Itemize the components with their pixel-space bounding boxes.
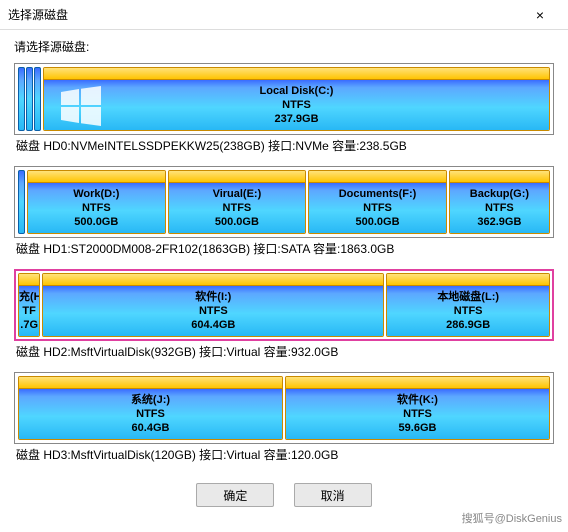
partition-name: Virual(E:) xyxy=(213,187,262,201)
partition-info: Backup(G:)NTFS362.9GB xyxy=(470,187,529,229)
partition-size: 500.0GB xyxy=(73,215,119,229)
partition-fs: NTFS xyxy=(213,201,262,215)
partition-fs: NTFS xyxy=(339,201,417,215)
partition-name: 软件(I:) xyxy=(191,290,235,304)
partition-name: 系统(J:) xyxy=(131,393,170,407)
partition-name: 软件(K:) xyxy=(397,393,438,407)
dialog-content: 请选择源磁盘: Local Disk(C:)NTFS237.9GB磁盘 HD0:… xyxy=(0,30,568,519)
cancel-button[interactable]: 取消 xyxy=(294,483,372,507)
partitions-row: 充(HTF.7G软件(I:)NTFS604.4GB本地磁盘(L:)NTFS286… xyxy=(18,273,550,337)
partition-fs: NTFS xyxy=(191,304,235,318)
partition-info: 本地磁盘(L:)NTFS286.9GB xyxy=(437,290,499,332)
partition[interactable]: Virual(E:)NTFS500.0GB xyxy=(168,170,307,234)
partition-body: 软件(I:)NTFS604.4GB xyxy=(43,286,383,336)
partition-fs: TF xyxy=(19,304,39,318)
disk-label: 磁盘 HD3:MsftVirtualDisk(120GB) 接口:Virtual… xyxy=(14,446,554,463)
button-row: 确定 取消 xyxy=(14,475,554,511)
partition[interactable]: 本地磁盘(L:)NTFS286.9GB xyxy=(386,273,550,337)
prompt-label: 请选择源磁盘: xyxy=(14,38,554,55)
partition-info: 系统(J:)NTFS60.4GB xyxy=(131,393,170,435)
partition-header xyxy=(286,377,549,389)
reserved-area xyxy=(18,170,25,234)
partitions-row: Work(D:)NTFS500.0GBVirual(E:)NTFS500.0GB… xyxy=(18,170,550,234)
disk-label: 磁盘 HD1:ST2000DM008-2FR102(1863GB) 接口:SAT… xyxy=(14,240,554,257)
partition-body: Documents(F:)NTFS500.0GB xyxy=(309,183,446,233)
partition[interactable]: Local Disk(C:)NTFS237.9GB xyxy=(43,67,550,131)
partitions-row: 系统(J:)NTFS60.4GB软件(K:)NTFS59.6GB xyxy=(18,376,550,440)
partition-info: 充(HTF.7G xyxy=(19,290,39,332)
partition-fs: NTFS xyxy=(397,407,438,421)
partition-size: .7G xyxy=(19,318,39,332)
disk-label: 磁盘 HD0:NVMeINTELSSDPEKKW25(238GB) 接口:NVM… xyxy=(14,137,554,154)
partition-name: Local Disk(C:) xyxy=(260,84,334,98)
partition-body: Virual(E:)NTFS500.0GB xyxy=(169,183,306,233)
disk-label: 磁盘 HD2:MsftVirtualDisk(932GB) 接口:Virtual… xyxy=(14,343,554,360)
partition-body: 本地磁盘(L:)NTFS286.9GB xyxy=(387,286,549,336)
partition-header xyxy=(28,171,165,183)
close-icon[interactable]: × xyxy=(520,7,560,23)
partition-size: 604.4GB xyxy=(191,318,235,332)
partition-fs: NTFS xyxy=(260,98,334,112)
reserved-bar xyxy=(34,67,41,131)
window-title: 选择源磁盘 xyxy=(8,6,520,23)
ok-button[interactable]: 确定 xyxy=(196,483,274,507)
partition-name: Backup(G:) xyxy=(470,187,529,201)
partition-fs: NTFS xyxy=(437,304,499,318)
partition-info: Local Disk(C:)NTFS237.9GB xyxy=(260,84,334,126)
partition[interactable]: Documents(F:)NTFS500.0GB xyxy=(308,170,447,234)
partition-name: 本地磁盘(L:) xyxy=(437,290,499,304)
partition-fs: NTFS xyxy=(131,407,170,421)
partition-header xyxy=(43,274,383,286)
watermark: 搜狐号@DiskGenius xyxy=(462,510,562,526)
partition-info: Virual(E:)NTFS500.0GB xyxy=(213,187,262,229)
partition-header xyxy=(44,68,549,80)
windows-logo-icon xyxy=(54,82,108,130)
partition-info: Documents(F:)NTFS500.0GB xyxy=(339,187,417,229)
partition[interactable]: 充(HTF.7G xyxy=(18,273,40,337)
partition-header xyxy=(169,171,306,183)
partition-size: 60.4GB xyxy=(131,421,170,435)
partition-header xyxy=(19,274,39,286)
partition-fs: NTFS xyxy=(470,201,529,215)
partition-header xyxy=(387,274,549,286)
partition-info: 软件(K:)NTFS59.6GB xyxy=(397,393,438,435)
partition-name: 充(H xyxy=(19,290,39,304)
partition-name: Documents(F:) xyxy=(339,187,417,201)
partition-fs: NTFS xyxy=(73,201,119,215)
partition[interactable]: Work(D:)NTFS500.0GB xyxy=(27,170,166,234)
partition-size: 59.6GB xyxy=(397,421,438,435)
partition-size: 286.9GB xyxy=(437,318,499,332)
partition-body: Work(D:)NTFS500.0GB xyxy=(28,183,165,233)
reserved-bar xyxy=(18,170,25,234)
partition[interactable]: 软件(K:)NTFS59.6GB xyxy=(285,376,550,440)
disk-group[interactable]: 系统(J:)NTFS60.4GB软件(K:)NTFS59.6GB xyxy=(14,372,554,444)
partitions-row: Local Disk(C:)NTFS237.9GB xyxy=(18,67,550,131)
partition-body: Backup(G:)NTFS362.9GB xyxy=(450,183,549,233)
reserved-bar xyxy=(18,67,25,131)
partition-info: Work(D:)NTFS500.0GB xyxy=(73,187,119,229)
titlebar: 选择源磁盘 × xyxy=(0,0,568,30)
partition-body: Local Disk(C:)NTFS237.9GB xyxy=(44,80,549,130)
reserved-area xyxy=(18,67,41,131)
partition-size: 500.0GB xyxy=(339,215,417,229)
partition[interactable]: 软件(I:)NTFS604.4GB xyxy=(42,273,384,337)
partition-body: 软件(K:)NTFS59.6GB xyxy=(286,389,549,439)
partition-header xyxy=(19,377,282,389)
disk-group[interactable]: 充(HTF.7G软件(I:)NTFS604.4GB本地磁盘(L:)NTFS286… xyxy=(14,269,554,341)
partition-body: 充(HTF.7G xyxy=(19,286,39,336)
partition-header xyxy=(309,171,446,183)
disk-group[interactable]: Local Disk(C:)NTFS237.9GB xyxy=(14,63,554,135)
partition-size: 237.9GB xyxy=(260,112,334,126)
partition-header xyxy=(450,171,549,183)
partition-name: Work(D:) xyxy=(73,187,119,201)
partition[interactable]: Backup(G:)NTFS362.9GB xyxy=(449,170,550,234)
partition[interactable]: 系统(J:)NTFS60.4GB xyxy=(18,376,283,440)
partition-body: 系统(J:)NTFS60.4GB xyxy=(19,389,282,439)
partition-info: 软件(I:)NTFS604.4GB xyxy=(191,290,235,332)
partition-size: 500.0GB xyxy=(213,215,262,229)
disk-group[interactable]: Work(D:)NTFS500.0GBVirual(E:)NTFS500.0GB… xyxy=(14,166,554,238)
partition-size: 362.9GB xyxy=(470,215,529,229)
disks-list: Local Disk(C:)NTFS237.9GB磁盘 HD0:NVMeINTE… xyxy=(14,63,554,463)
reserved-bar xyxy=(26,67,33,131)
